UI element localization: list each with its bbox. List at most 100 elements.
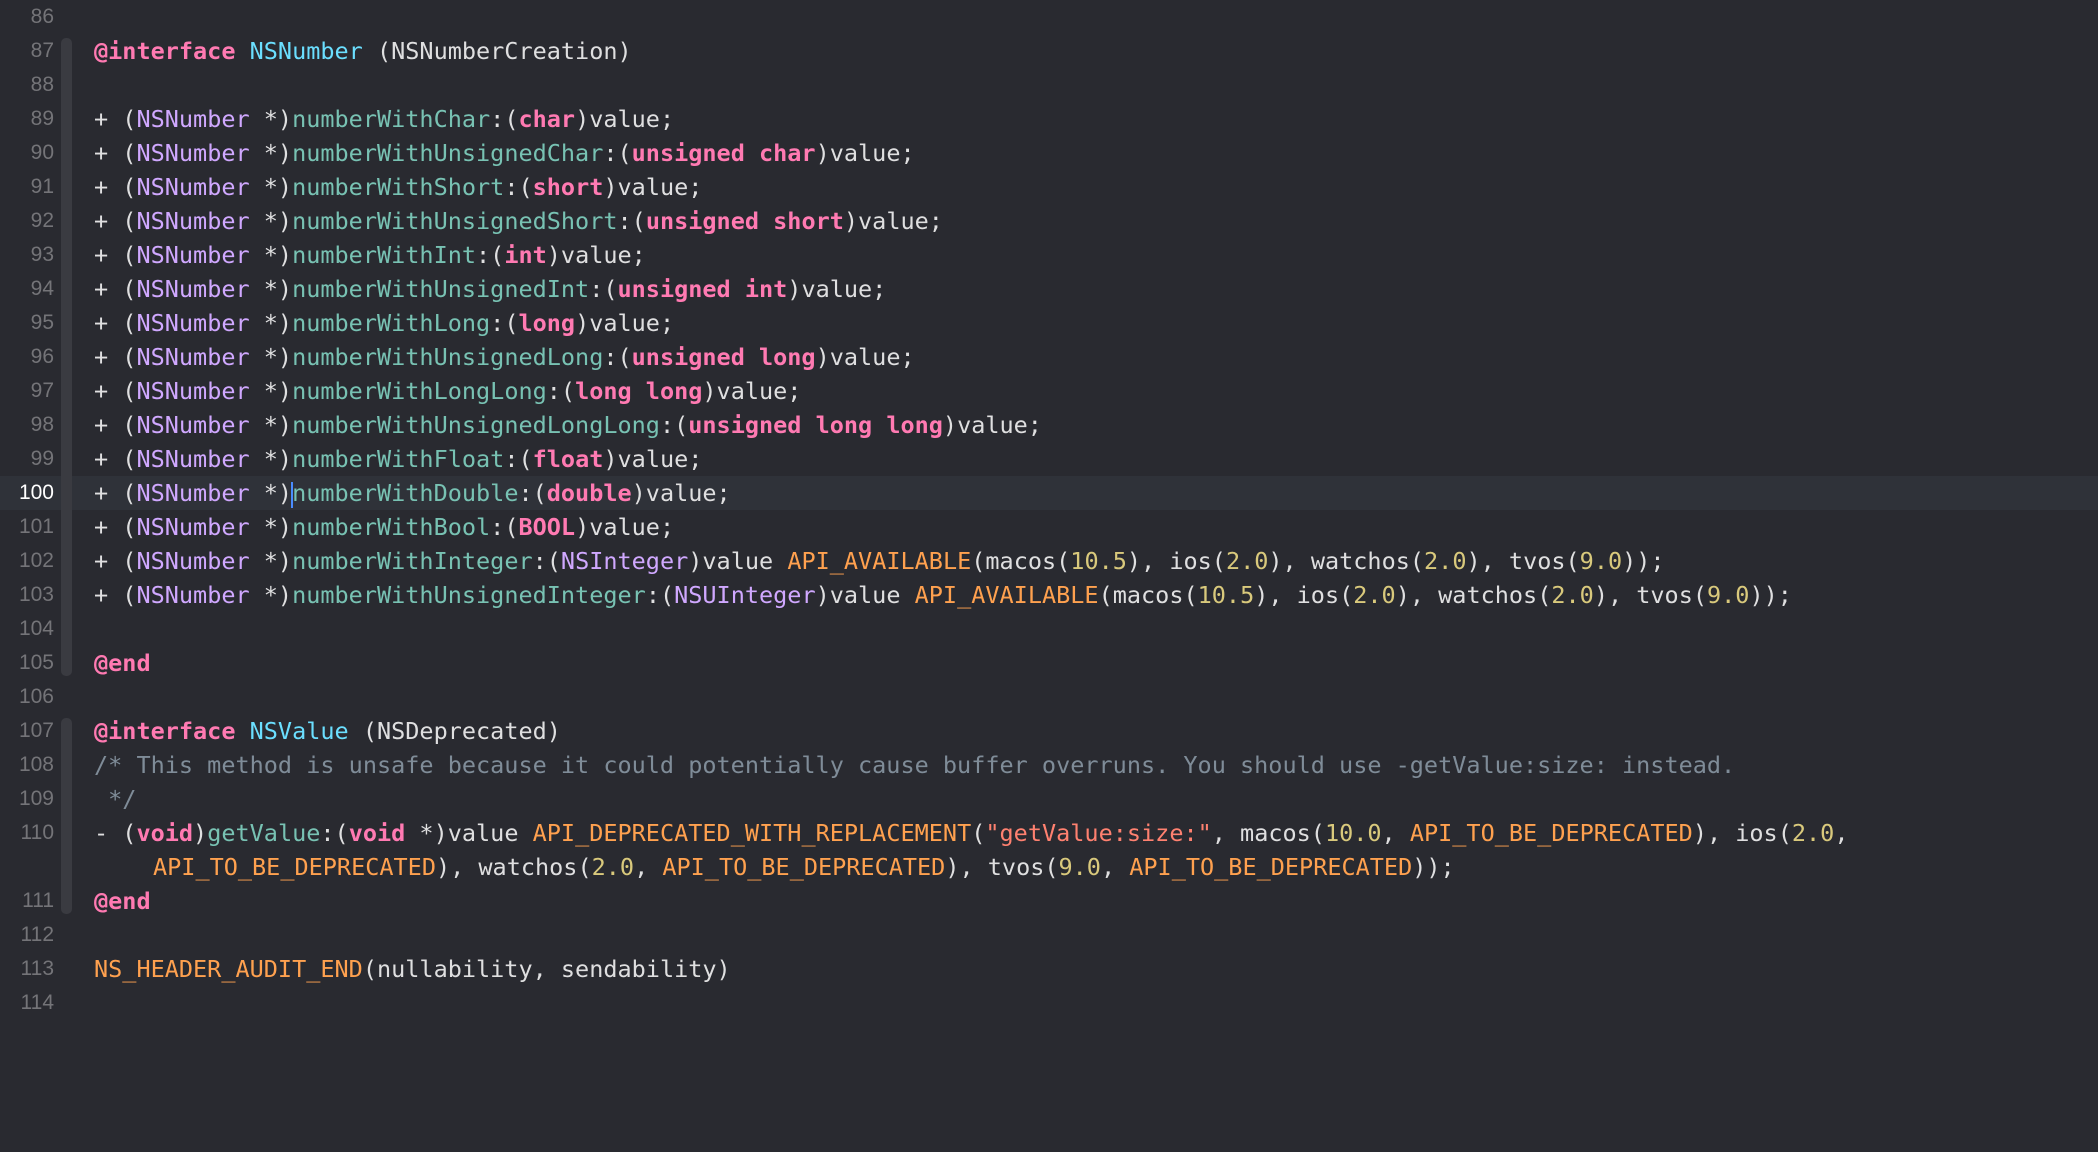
code-text[interactable]: + (NSNumber *)numberWithDouble:(double)v…	[94, 476, 731, 510]
code-fold-ribbon[interactable]	[61, 340, 72, 374]
code-fold-ribbon[interactable]	[61, 136, 72, 170]
code-fold-ribbon[interactable]	[61, 612, 72, 646]
code-fold-ribbon[interactable]	[61, 38, 72, 68]
code-token: 9.0	[1579, 547, 1623, 575]
code-text[interactable]: @end	[94, 884, 151, 918]
code-token: + (	[94, 241, 137, 269]
code-text[interactable]: - (void)getValue:(void *)value API_DEPRE…	[94, 816, 1848, 850]
code-token: NSValue	[249, 717, 349, 745]
code-text[interactable]: + (NSNumber *)numberWithChar:(char)value…	[94, 102, 674, 136]
code-fold-ribbon[interactable]	[61, 718, 72, 748]
code-line[interactable]: 112	[0, 918, 2098, 952]
code-fold-ribbon[interactable]	[61, 544, 72, 578]
code-line[interactable]: 90 + (NSNumber *)numberWithUnsignedChar:(…	[0, 136, 2098, 170]
code-line[interactable]: 96 + (NSNumber *)numberWithUnsignedLong:(…	[0, 340, 2098, 374]
code-fold-ribbon[interactable]	[61, 578, 72, 612]
code-line[interactable]: 108 /* This method is unsafe because it c…	[0, 748, 2098, 782]
code-line[interactable]: 88	[0, 68, 2098, 102]
code-token: *)	[249, 105, 293, 133]
code-line[interactable]: 93 + (NSNumber *)numberWithInt:(int)value…	[0, 238, 2098, 272]
code-line[interactable]: 94 + (NSNumber *)numberWithUnsignedInt:(u…	[0, 272, 2098, 306]
code-fold-ribbon[interactable]	[61, 408, 72, 442]
code-line[interactable]: 114	[0, 986, 2098, 1020]
code-text[interactable]: + (NSNumber *)numberWithFloat:(float)val…	[94, 442, 702, 476]
code-text[interactable]: + (NSNumber *)numberWithUnsignedChar:(un…	[94, 136, 915, 170]
code-token: NSInteger	[560, 547, 689, 575]
code-token: NSNumber	[136, 377, 250, 405]
code-line[interactable]: 106	[0, 680, 2098, 714]
code-fold-ribbon[interactable]	[61, 748, 72, 782]
code-fold-ribbon[interactable]	[61, 238, 72, 272]
code-line[interactable]: 101 + (NSNumber *)numberWithBool:(BOOL)va…	[0, 510, 2098, 544]
code-fold-ribbon[interactable]	[61, 782, 72, 816]
code-line[interactable]: 98 + (NSNumber *)numberWithUnsignedLongLo…	[0, 408, 2098, 442]
code-fold-ribbon[interactable]	[61, 170, 72, 204]
code-text[interactable]: + (NSNumber *)numberWithUnsignedShort:(u…	[94, 204, 943, 238]
code-fold-ribbon[interactable]	[61, 476, 72, 510]
code-line[interactable]: 92 + (NSNumber *)numberWithUnsignedShort:…	[0, 204, 2098, 238]
code-line[interactable]: 95 + (NSNumber *)numberWithLong:(long)val…	[0, 306, 2098, 340]
code-line[interactable]: 109 */	[0, 782, 2098, 816]
code-text[interactable]: @interface NSValue (NSDeprecated)	[94, 714, 561, 748]
code-token: numberWithBool	[292, 513, 491, 541]
code-fold-ribbon[interactable]	[61, 68, 72, 102]
code-text[interactable]: NS_HEADER_AUDIT_END(nullability, sendabi…	[94, 952, 731, 986]
code-text[interactable]: @interface NSNumber (NSNumberCreation)	[94, 34, 632, 68]
code-token: )value;	[603, 173, 703, 201]
code-text[interactable]: + (NSNumber *)numberWithBool:(BOOL)value…	[94, 510, 674, 544]
code-token: :(	[603, 343, 632, 371]
code-fold-ribbon[interactable]	[61, 510, 72, 544]
code-token: ), ios(	[1126, 547, 1226, 575]
code-line[interactable]: 100 + (NSNumber *)numberWithDouble:(doubl…	[0, 476, 2098, 510]
code-line[interactable]: 89 + (NSNumber *)numberWithChar:(char)val…	[0, 102, 2098, 136]
code-line[interactable]: 86	[0, 0, 2098, 34]
code-line[interactable]: 113 NS_HEADER_AUDIT_END(nullability, send…	[0, 952, 2098, 986]
code-line[interactable]: 111 @end	[0, 884, 2098, 918]
code-line[interactable]: 87 @interface NSNumber (NSNumberCreation)	[0, 34, 2098, 68]
code-editor[interactable]: 86 87 @interface NSNumber (NSNumberCreatio…	[0, 0, 2098, 1152]
code-text[interactable]: + (NSNumber *)numberWithUnsignedInt:(uns…	[94, 272, 886, 306]
code-token: + (	[94, 309, 137, 337]
code-token: */	[94, 785, 137, 813]
code-fold-ribbon[interactable]	[61, 374, 72, 408]
code-token: + (	[94, 547, 137, 575]
code-fold-ribbon[interactable]	[61, 272, 72, 306]
code-text[interactable]: /* This method is unsafe because it coul…	[94, 748, 1735, 782]
code-fold-ribbon[interactable]	[61, 442, 72, 476]
code-text[interactable]: + (NSNumber *)numberWithShort:(short)val…	[94, 170, 702, 204]
code-fold-ribbon[interactable]	[61, 884, 72, 914]
code-fold-ribbon[interactable]	[61, 102, 72, 136]
code-line[interactable]: 110- (void)getValue:(void *)value API_DE…	[0, 816, 2098, 850]
code-line[interactable]: 102 + (NSNumber *)numberWithInteger:(NSIn…	[0, 544, 2098, 578]
code-line[interactable]: 91 + (NSNumber *)numberWithShort:(short)v…	[0, 170, 2098, 204]
code-text[interactable]: API_TO_BE_DEPRECATED), watchos(2.0, API_…	[153, 850, 1455, 884]
code-text[interactable]: */	[94, 782, 136, 816]
code-text[interactable]: + (NSNumber *)numberWithLongLong:(long l…	[94, 374, 801, 408]
code-token: *)	[249, 513, 293, 541]
code-line[interactable]: 107 @interface NSValue (NSDeprecated)	[0, 714, 2098, 748]
code-text[interactable]: + (NSNumber *)numberWithUnsignedLong:(un…	[94, 340, 915, 374]
code-text[interactable]: + (NSNumber *)numberWithUnsignedInteger:…	[94, 578, 1792, 612]
code-line[interactable]: 103 + (NSNumber *)numberWithUnsignedInteg…	[0, 578, 2098, 612]
code-fold-ribbon[interactable]	[61, 306, 72, 340]
code-token: *)	[249, 377, 293, 405]
code-text[interactable]: + (NSNumber *)numberWithInteger:(NSInteg…	[94, 544, 1665, 578]
code-fold-ribbon[interactable]	[61, 204, 72, 238]
code-token: + (	[94, 445, 137, 473]
code-line[interactable]: 104	[0, 612, 2098, 646]
code-fold-ribbon[interactable]	[61, 816, 72, 850]
code-token: (NSDeprecated)	[348, 717, 561, 745]
code-line[interactable]: 105 @end	[0, 646, 2098, 680]
code-text[interactable]: + (NSNumber *)numberWithLong:(long)value…	[94, 306, 674, 340]
code-token: :(	[490, 105, 519, 133]
code-line[interactable]: 97 + (NSNumber *)numberWithLongLong:(long…	[0, 374, 2098, 408]
code-line[interactable]: 99 + (NSNumber *)numberWithFloat:(float)v…	[0, 442, 2098, 476]
code-fold-ribbon[interactable]	[61, 646, 72, 676]
code-text[interactable]: + (NSNumber *)numberWithUnsignedLongLong…	[94, 408, 1042, 442]
code-text[interactable]: + (NSNumber *)numberWithInt:(int)value;	[94, 238, 646, 272]
code-token: ), ios(	[1254, 581, 1354, 609]
code-line-continuation[interactable]: API_TO_BE_DEPRECATED), watchos(2.0, API_…	[0, 850, 2098, 884]
code-fold-ribbon[interactable]	[61, 850, 72, 884]
code-text[interactable]: @end	[94, 646, 151, 680]
code-token: API_DEPRECATED_WITH_REPLACEMENT	[532, 819, 972, 847]
